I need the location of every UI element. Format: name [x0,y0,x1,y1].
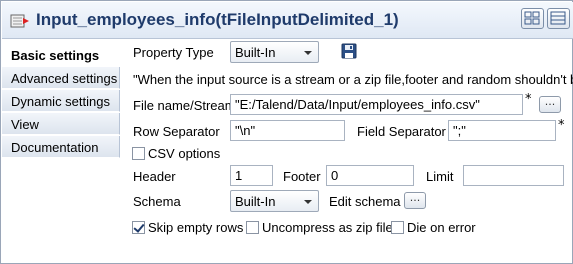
sidebar-item-advanced-settings[interactable]: Advanced settings [2,67,120,89]
schema-value: Built-In [235,194,276,209]
chevron-down-icon [304,51,312,55]
save-floppy-icon[interactable] [341,43,357,59]
title-bar: Input_employees_info(tFileInputDelimited… [2,2,573,39]
file-name-label: File name/Stream [133,98,236,113]
sidebar-item-view[interactable]: View [2,113,120,135]
file-input-component-icon [10,14,29,28]
file-name-input[interactable]: "E:/Talend/Data/Input/employees_info.csv… [230,94,523,115]
sidebar-item-documentation[interactable]: Documentation [2,136,120,158]
edit-schema-label: Edit schema [329,194,401,209]
footer-label: Footer [283,169,321,184]
sidebar-item-dynamic-settings[interactable]: Dynamic settings [2,90,120,112]
view-layout-icon [524,11,540,25]
component-settings-panel: Input_employees_info(tFileInputDelimited… [0,0,573,264]
schema-label: Schema [133,194,181,209]
stream-notice-text: "When the input source is a stream or a … [133,72,573,87]
limit-input[interactable] [463,165,564,186]
skip-empty-rows-label: Skip empty rows [148,220,244,235]
field-separator-input[interactable]: ";" [448,120,556,141]
uncompress-zip-checkbox[interactable] [246,221,259,234]
csv-options-label: CSV options [148,146,221,161]
row-separator-label: Row Separator [133,124,220,139]
csv-options-checkbox[interactable] [132,147,145,160]
schema-select[interactable]: Built-In [230,190,319,212]
view-layout-button[interactable] [521,8,544,29]
maximize-view-icon [550,11,566,25]
property-type-value: Built-In [235,45,276,60]
die-on-error-label: Die on error [407,220,476,235]
row-separator-input[interactable]: "\n" [230,120,345,141]
edit-schema-button[interactable]: ... [404,192,426,209]
maximize-view-button[interactable] [547,8,570,29]
limit-label: Limit [426,169,454,184]
browse-file-button[interactable]: ... [539,96,561,113]
sidebar-item-basic-settings[interactable]: Basic settings [2,44,120,66]
field-separator-label: Field Separator [357,124,446,139]
window-title: Input_employees_info(tFileInputDelimited… [36,10,399,29]
uncompress-zip-label: Uncompress as zip file [262,220,393,235]
property-type-select[interactable]: Built-In [230,41,319,63]
footer-input[interactable]: 0 [326,165,414,186]
skip-empty-rows-checkbox[interactable] [132,221,145,234]
chevron-down-icon [304,200,312,204]
die-on-error-checkbox[interactable] [391,221,404,234]
required-marker: * [558,118,565,133]
header-label: Header [133,169,176,184]
required-marker: * [525,92,532,107]
header-input[interactable]: 1 [230,165,273,186]
settings-sidebar: Basic settings Advanced settings Dynamic… [2,44,120,262]
property-type-label: Property Type [133,45,214,60]
